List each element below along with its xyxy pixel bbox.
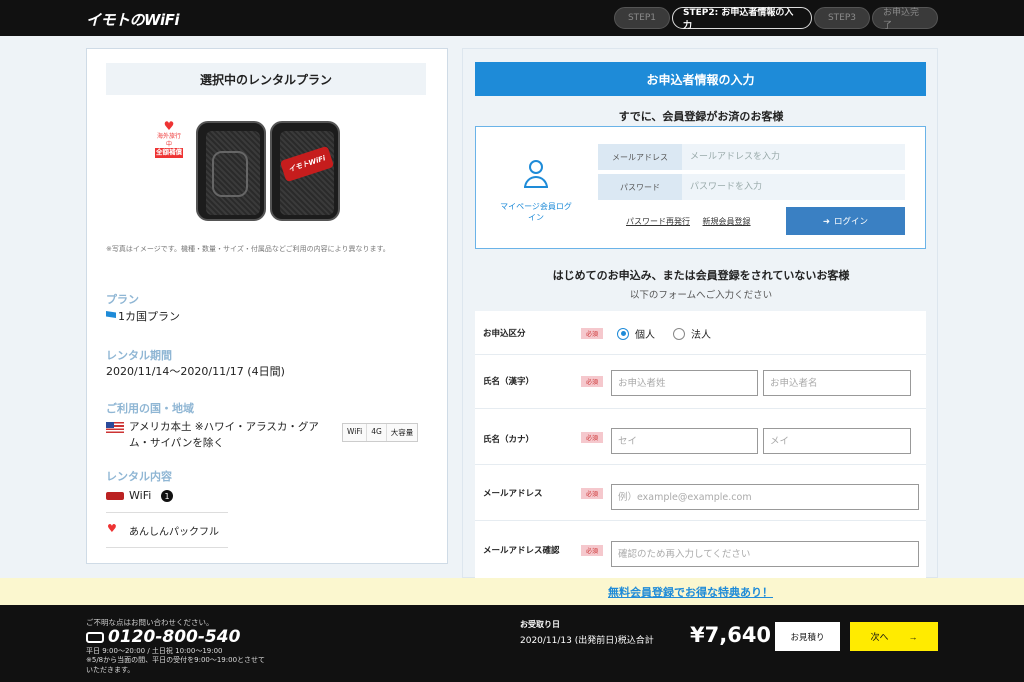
country-label: ご利用の国・地域	[106, 402, 194, 415]
user-icon	[522, 160, 550, 190]
step-complete: お申込完了	[872, 7, 938, 31]
radio-unchecked-icon	[673, 327, 685, 340]
anshin-heart-icon: ♥	[107, 522, 117, 535]
step-indicator: STEP1 STEP2: お申込者情報の入力 STEP3 お申込完了	[614, 7, 938, 31]
required-badge: 必須	[581, 488, 603, 499]
arrow-right-icon: →	[908, 631, 918, 642]
login-links: パスワード再発行 新規会員登録	[626, 216, 761, 227]
content-label: レンタル内容	[106, 470, 172, 483]
login-arrow-icon: ➜	[822, 215, 831, 226]
anshin-pack: あんしんパックフル	[129, 527, 219, 538]
tag-4g: 4G	[367, 424, 387, 441]
wifi-item: WiFi	[129, 489, 152, 502]
form-row-kana: 氏名（カナ） 必須	[475, 409, 926, 465]
country-value: アメリカ本土 ※ハワイ・アラスカ・グアム・サイパンを除く	[129, 421, 319, 449]
wifi-case-image: イモトWiFi	[196, 121, 342, 221]
divider	[106, 547, 228, 548]
login-email-input[interactable]	[682, 144, 905, 170]
receive-date: 2020/11/13 (出発前日)税込合計	[520, 636, 654, 646]
flag-icon	[106, 311, 116, 318]
photo-note: ※写真はイメージです。機種・数量・サイズ・付属品などご利用の内容により異なります…	[106, 245, 390, 253]
login-password-label: パスワード	[598, 174, 682, 200]
first-name-kana-input[interactable]	[763, 428, 911, 454]
heart-icon: ♥	[163, 119, 175, 133]
required-badge: 必須	[581, 545, 603, 556]
form-row-name: 氏名（漢字） 必須	[475, 355, 926, 409]
member-benefit-link[interactable]: 無料会員登録でお得な特典あり！	[608, 584, 773, 600]
type-label: お申込区分	[483, 329, 526, 339]
period-value: 2020/11/14〜2020/11/17 (4日間)	[106, 365, 285, 378]
rental-plan-panel: 選択中のレンタルプラン ♥ 海外旅行中 全額補償 イモトWiFi ※写真はイメー…	[86, 48, 448, 564]
plan-heading: 選択中のレンタルプラン	[106, 63, 426, 95]
contact-hours: 平日 9:00〜20:00 / 土日祝 10:00〜19:00 ※5/8から当面…	[86, 647, 266, 674]
free-dial[interactable]: 0120-800-540	[86, 627, 240, 647]
next-button[interactable]: 次へ →	[850, 622, 938, 651]
radio-corporate[interactable]: 法人	[673, 326, 711, 341]
form-heading: お申込者情報の入力	[475, 62, 926, 96]
applicant-form-panel: お申込者情報の入力 すでに、会員登録がお済のお客様 マイページ会員ログイン メー…	[462, 48, 938, 579]
router-icon	[106, 492, 124, 500]
step-3: STEP3	[814, 7, 870, 29]
login-button[interactable]: ➜ ログイン	[786, 207, 905, 235]
new-register-link[interactable]: 新規会員登録	[703, 217, 751, 226]
email-confirm-label: メールアドレス確認	[483, 546, 560, 556]
form-row-email-confirm: メールアドレス確認 必須	[475, 521, 926, 579]
step-2-current: STEP2: お申込者情報の入力	[672, 7, 812, 31]
site-logo[interactable]: イモトのWiFi	[86, 9, 180, 30]
kana-label: 氏名（カナ）	[483, 435, 535, 445]
total-price: ¥7,640	[690, 623, 772, 647]
quantity-badge: 1	[161, 490, 173, 502]
login-email-label: メールアドレス	[598, 144, 682, 170]
period-label: レンタル期間	[106, 349, 172, 362]
email-label: メールアドレス	[483, 489, 543, 499]
last-name-kana-input[interactable]	[611, 428, 758, 454]
step-1: STEP1	[614, 7, 670, 29]
free-dial-icon	[86, 631, 104, 643]
form-row-type: お申込区分 必須 個人 法人	[475, 311, 926, 355]
email-confirm-input[interactable]	[611, 541, 919, 567]
password-reissue-link[interactable]: パスワード再発行	[626, 217, 690, 226]
last-name-input[interactable]	[611, 370, 758, 396]
new-customer-title: はじめてのお申込み、または会員登録をされていないお客様	[552, 269, 850, 282]
member-benefit-banner: 無料会員登録でお得な特典あり！	[0, 578, 1024, 605]
login-box: マイページ会員ログイン メールアドレス パスワード パスワード再発行 新規会員登…	[475, 126, 926, 249]
new-customer-sub: 以下のフォームへご入力ください	[629, 290, 773, 301]
us-flag-icon	[106, 422, 124, 433]
footer-bar: ご不明な点はお問い合わせください。 0120-800-540 平日 9:00〜2…	[0, 605, 1024, 682]
required-badge: 必須	[581, 432, 603, 443]
plan-label: プラン	[106, 293, 139, 306]
mypage-login-label: マイページ会員ログイン	[500, 202, 572, 223]
tag-capacity: 大容量	[390, 428, 414, 437]
first-name-input[interactable]	[763, 370, 911, 396]
radio-checked-icon	[617, 327, 629, 340]
required-badge: 必須	[581, 376, 603, 387]
plan-value: 1カ国プラン	[106, 308, 180, 324]
member-title: すでに、会員登録がお済のお客様	[618, 110, 784, 123]
login-email-row: メールアドレス	[598, 144, 905, 170]
tag-wifi: WiFi	[343, 424, 368, 441]
form-row-email: メールアドレス 必須	[475, 465, 926, 521]
login-password-row: パスワード	[598, 174, 905, 200]
top-header: イモトのWiFi STEP1 STEP2: お申込者情報の入力 STEP3 お申…	[0, 0, 1024, 36]
name-label: 氏名（漢字）	[483, 377, 535, 387]
full-compensation-badge: ♥ 海外旅行中 全額補償	[155, 119, 183, 158]
divider	[106, 512, 228, 513]
product-image: ♥ 海外旅行中 全額補償 イモトWiFi	[143, 119, 343, 229]
required-badge: 必須	[581, 328, 603, 339]
radio-individual[interactable]: 個人	[617, 326, 655, 341]
application-form: お申込区分 必須 個人 法人 氏名（漢字） 必須 氏名（カナ） 必須	[475, 311, 926, 579]
email-input[interactable]	[611, 484, 919, 510]
login-password-input[interactable]	[682, 174, 905, 200]
quote-button[interactable]: お見積り	[775, 622, 840, 651]
receive-label: お受取り日	[520, 620, 560, 629]
spec-tags: WiFi 4G 大容量	[342, 423, 419, 442]
